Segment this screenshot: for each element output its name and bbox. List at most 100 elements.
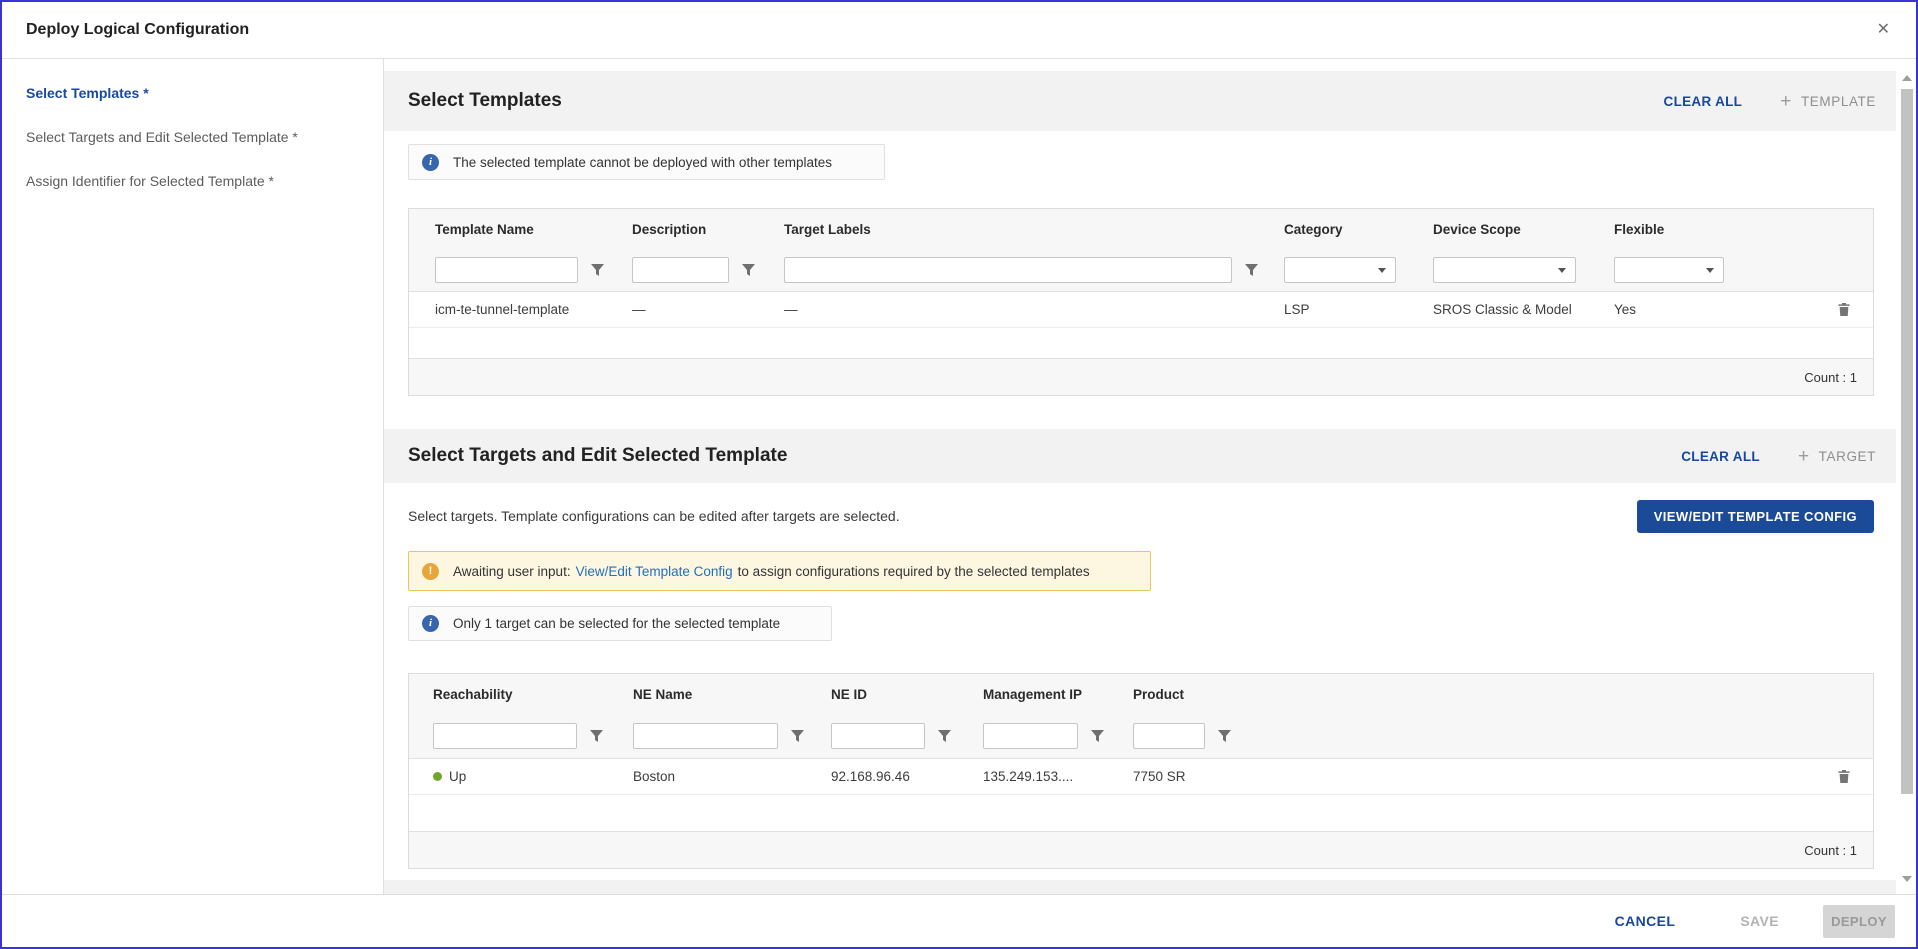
scroll-up-arrow-icon[interactable] [1902, 75, 1912, 81]
targets-info-text: Only 1 target can be selected for the se… [453, 616, 780, 631]
status-up-dot [433, 772, 442, 781]
targets-table-footer: Count : 1 [409, 831, 1873, 868]
cell-description: — [606, 292, 758, 327]
dialog-footer: CANCEL SAVE DEPLOY [2, 894, 1916, 947]
cancel-button[interactable]: CANCEL [1609, 912, 1682, 930]
filter-icon[interactable] [1218, 730, 1231, 742]
sidebar-item-assign-identifier[interactable]: Assign Identifier for Selected Template … [26, 173, 363, 190]
cell-management-ip: 135.249.153.... [959, 759, 1111, 794]
select-targets-section-header: Select Targets and Edit Selected Templat… [384, 429, 1896, 483]
target-table-row[interactable]: Up Boston 92.168.96.46 135.249.153.... 7… [409, 759, 1873, 795]
filter-icon[interactable] [590, 730, 603, 742]
deploy-button[interactable]: DEPLOY [1823, 905, 1895, 938]
column-header-category: Category [1258, 209, 1407, 249]
target-labels-filter-input[interactable] [784, 257, 1232, 283]
targets-table-empty-space [409, 795, 1873, 831]
scroll-down-arrow-icon[interactable] [1902, 876, 1912, 882]
template-name-filter-input[interactable] [435, 257, 578, 283]
product-filter-input[interactable] [1133, 723, 1205, 749]
cell-template-name: icm-te-tunnel-template [409, 292, 606, 327]
column-header-device-scope: Device Scope [1407, 209, 1588, 249]
close-icon[interactable]: ✕ [1877, 22, 1890, 38]
save-button[interactable]: SAVE [1734, 912, 1785, 930]
description-filter-input[interactable] [632, 257, 729, 283]
view-edit-template-config-button[interactable]: VIEW/EDIT TEMPLATE CONFIG [1637, 500, 1874, 533]
main-content: Select Templates CLEAR ALL + TEMPLATE i … [384, 59, 1916, 894]
info-icon: i [422, 615, 439, 632]
vertical-scrollbar[interactable] [1898, 59, 1916, 894]
templates-table-empty-space [409, 328, 1873, 358]
warning-icon: ! [422, 563, 439, 580]
template-table-row[interactable]: icm-te-tunnel-template — — LSP SROS Clas… [409, 292, 1873, 328]
next-section-header-partial [384, 880, 1896, 894]
deploy-logical-configuration-dialog: Deploy Logical Configuration ✕ Select Te… [0, 0, 1918, 949]
reachability-filter-input[interactable] [433, 723, 577, 749]
filter-icon[interactable] [1091, 730, 1104, 742]
column-header-flexible: Flexible [1588, 209, 1778, 249]
targets-info-banner: i Only 1 target can be selected for the … [408, 606, 832, 641]
plus-icon: + [1780, 92, 1792, 111]
column-header-management-ip: Management IP [959, 674, 1111, 714]
management-ip-filter-input[interactable] [983, 723, 1078, 749]
templates-info-banner: i The selected template cannot be deploy… [408, 144, 885, 180]
flexible-filter-select[interactable] [1614, 257, 1724, 283]
targets-clear-all-button[interactable]: CLEAR ALL [1681, 449, 1760, 464]
device-scope-filter-select[interactable] [1433, 257, 1576, 283]
templates-clear-all-button[interactable]: CLEAR ALL [1664, 94, 1743, 109]
add-target-label: TARGET [1819, 449, 1876, 464]
sidebar-item-select-templates[interactable]: Select Templates * [26, 85, 363, 102]
filter-icon[interactable] [591, 264, 604, 276]
templates-table-footer: Count : 1 [409, 358, 1873, 395]
cell-ne-id: 92.168.96.46 [807, 759, 959, 794]
column-header-product: Product [1111, 674, 1778, 714]
view-edit-template-config-link[interactable]: View/Edit Template Config [576, 564, 733, 579]
column-header-ne-id: NE ID [807, 674, 959, 714]
scrollbar-thumb[interactable] [1901, 89, 1913, 794]
filter-icon[interactable] [1245, 264, 1258, 276]
chevron-down-icon [1706, 268, 1714, 273]
templates-table: Template Name Description Target Labels … [408, 208, 1874, 396]
warning-suffix: to assign configurations required by the… [738, 564, 1090, 579]
targets-table: Reachability NE Name NE ID Management IP… [408, 673, 1874, 869]
column-header-reachability: Reachability [409, 674, 609, 714]
dialog-title: Deploy Logical Configuration [26, 21, 249, 39]
column-header-target-labels: Target Labels [758, 209, 1258, 249]
add-template-label: TEMPLATE [1801, 94, 1876, 109]
ne-id-filter-input[interactable] [831, 723, 925, 749]
templates-table-filter-row [409, 249, 1873, 292]
dialog-body: Select Templates * Select Targets and Ed… [2, 59, 1916, 894]
add-template-button[interactable]: + TEMPLATE [1780, 92, 1876, 111]
targets-table-filter-row [409, 714, 1873, 759]
reachability-value: Up [449, 769, 466, 784]
select-targets-title: Select Targets and Edit Selected Templat… [408, 445, 787, 467]
cell-product: 7750 SR [1111, 759, 1778, 794]
info-icon: i [422, 154, 439, 171]
templates-count: Count : 1 [1804, 370, 1857, 385]
filter-icon[interactable] [791, 730, 804, 742]
sidebar-item-select-targets[interactable]: Select Targets and Edit Selected Templat… [26, 129, 363, 146]
chevron-down-icon [1558, 268, 1566, 273]
awaiting-input-warning-banner: ! Awaiting user input: View/Edit Templat… [408, 551, 1151, 591]
dialog-titlebar: Deploy Logical Configuration ✕ [2, 2, 1916, 59]
delete-target-icon[interactable] [1837, 769, 1851, 784]
filter-icon[interactable] [938, 730, 951, 742]
targets-description: Select targets. Template configurations … [408, 508, 900, 524]
cell-target-labels: — [758, 292, 1258, 327]
ne-name-filter-input[interactable] [633, 723, 778, 749]
cell-flexible: Yes [1588, 292, 1778, 327]
cell-device-scope: SROS Classic & Model [1407, 292, 1588, 327]
column-header-description: Description [606, 209, 758, 249]
targets-count: Count : 1 [1804, 843, 1857, 858]
warning-prefix: Awaiting user input: [453, 564, 571, 579]
delete-template-icon[interactable] [1837, 302, 1851, 317]
category-filter-select[interactable] [1284, 257, 1396, 283]
templates-info-text: The selected template cannot be deployed… [453, 155, 832, 170]
steps-sidebar: Select Templates * Select Targets and Ed… [2, 59, 384, 894]
templates-table-header: Template Name Description Target Labels … [409, 209, 1873, 249]
targets-table-header: Reachability NE Name NE ID Management IP… [409, 674, 1873, 714]
cell-category: LSP [1258, 292, 1407, 327]
filter-icon[interactable] [742, 264, 755, 276]
column-header-ne-name: NE Name [609, 674, 807, 714]
chevron-down-icon [1378, 268, 1386, 273]
add-target-button[interactable]: + TARGET [1798, 447, 1876, 466]
